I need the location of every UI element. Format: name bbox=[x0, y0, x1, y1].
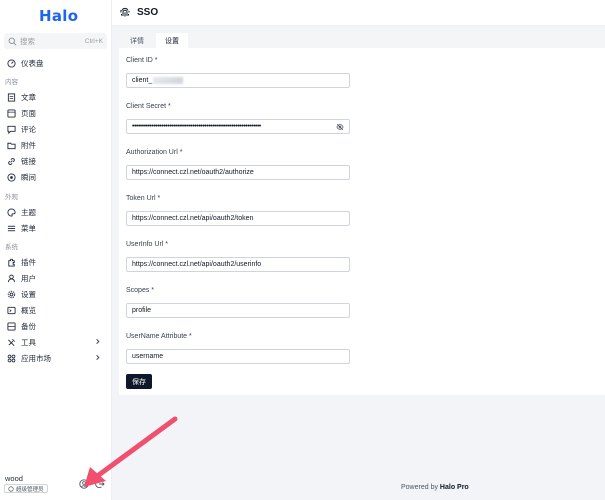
fingerprint-icon bbox=[120, 7, 130, 17]
scopes-value: profile bbox=[132, 307, 152, 314]
userinfo-url-label: UserInfo Url * bbox=[126, 241, 169, 248]
sidebar-item-label: 评论 bbox=[21, 124, 36, 134]
sidebar-item-backup[interactable]: 备份 bbox=[7, 319, 105, 333]
sidebar-item-label: 工具 bbox=[21, 337, 36, 347]
page-header: SSO bbox=[112, 0, 605, 26]
sidebar-item-label: 仪表盘 bbox=[21, 58, 44, 68]
sidebar-item-users[interactable]: 用户 bbox=[7, 271, 105, 285]
annotation-arrow bbox=[84, 416, 178, 487]
search-placeholder: 搜索 bbox=[20, 36, 35, 46]
chevron-right-icon bbox=[96, 339, 100, 344]
client-secret-value: ••••••••••••••••••••••••••••••••••••••••… bbox=[132, 123, 261, 130]
token-url-label: Token Url * bbox=[126, 195, 161, 202]
sidebar-item-label: 文章 bbox=[21, 92, 36, 102]
tab-bar bbox=[119, 33, 605, 48]
sidebar-item-label: 设置 bbox=[21, 289, 36, 299]
username-attr-label: UserName Attribute * bbox=[126, 333, 192, 340]
sidebar-item-menus[interactable]: 菜单 bbox=[7, 221, 105, 235]
plugin-icon bbox=[8, 258, 15, 267]
sidebar-item-tools[interactable]: 工具 bbox=[7, 335, 105, 349]
chevron-right-icon bbox=[96, 355, 100, 360]
sidebar-item-label: 概览 bbox=[21, 305, 36, 315]
sidebar-item-label: 链接 bbox=[21, 156, 36, 166]
shield-icon bbox=[8, 485, 14, 492]
palette-icon bbox=[7, 207, 16, 217]
terminal-icon bbox=[7, 306, 16, 314]
sidebar-item-label: 页面 bbox=[21, 108, 36, 118]
sidebar-item-label: 瞬间 bbox=[21, 172, 36, 182]
search-shortcut: Ctrl+K bbox=[84, 37, 103, 45]
client-id-value: client_ bbox=[132, 77, 153, 84]
user-name: wood bbox=[5, 474, 23, 483]
sidebar-item-label: 用户 bbox=[21, 273, 36, 283]
sidebar-item-moments[interactable]: 瞬间 bbox=[7, 170, 105, 184]
userinfo-url-value: https://connect.czl.net/api/oauth2/useri… bbox=[132, 261, 262, 268]
page-title: SSO bbox=[137, 7, 159, 18]
search-icon bbox=[8, 37, 17, 45]
sidebar-item-label: 插件 bbox=[21, 257, 36, 267]
client-secret-label: Client Secret * bbox=[126, 103, 171, 110]
moments-icon bbox=[7, 172, 16, 182]
auth-url-input[interactable]: https://connect.czl.net/oauth2/authorize bbox=[126, 165, 350, 180]
sidebar-item-settings[interactable]: 设置 bbox=[7, 287, 105, 301]
footer-brand: Halo Pro bbox=[439, 484, 469, 491]
sidebar-item-posts[interactable]: 文章 bbox=[7, 90, 105, 104]
userinfo-url-input[interactable]: https://connect.czl.net/api/oauth2/useri… bbox=[126, 257, 350, 272]
sidebar-item-app-market[interactable]: 应用市场 bbox=[7, 351, 105, 365]
sidebar-item-label: 主题 bbox=[21, 207, 36, 217]
client-secret-input[interactable]: ••••••••••••••••••••••••••••••••••••••••… bbox=[126, 119, 350, 134]
username-attr-input[interactable]: username bbox=[126, 349, 350, 364]
dashboard-icon bbox=[7, 58, 16, 68]
document-icon bbox=[7, 92, 16, 102]
sidebar-item-label: 备份 bbox=[21, 321, 36, 331]
apps-grid-icon bbox=[7, 354, 16, 362]
auth-url-value: https://connect.czl.net/oauth2/authorize bbox=[132, 169, 254, 176]
scopes-label: Scopes * bbox=[126, 287, 155, 294]
backup-icon bbox=[7, 321, 16, 331]
client-id-input[interactable]: client_ bbox=[126, 73, 350, 88]
footer-powered-by: Powered by Halo Pro bbox=[401, 484, 469, 491]
footer-prefix: Powered by bbox=[401, 484, 438, 491]
eye-off-icon[interactable] bbox=[336, 123, 344, 131]
token-url-value: https://connect.czl.net/api/oauth2/token bbox=[132, 215, 254, 222]
folder-icon bbox=[7, 142, 16, 149]
comment-icon bbox=[7, 125, 16, 134]
client-id-label: Client ID * bbox=[126, 57, 158, 64]
sidebar-item-themes[interactable]: 主题 bbox=[7, 205, 105, 219]
sidebar-item-comments[interactable]: 评论 bbox=[7, 122, 105, 136]
tools-icon bbox=[8, 338, 15, 346]
tab-details[interactable]: 详情 bbox=[124, 33, 150, 48]
username-attr-value: username bbox=[132, 353, 164, 360]
sidebar-item-label: 应用市场 bbox=[21, 353, 51, 363]
sidebar-item-plugins[interactable]: 插件 bbox=[7, 255, 105, 269]
sidebar-item-label: 菜单 bbox=[21, 223, 36, 233]
role-badge: 超级管理员 bbox=[4, 484, 48, 493]
sidebar-item-pages[interactable]: 页面 bbox=[7, 106, 105, 120]
sidebar-item-overview[interactable]: 概览 bbox=[7, 303, 105, 317]
role-label: 超级管理员 bbox=[16, 486, 44, 493]
scopes-input[interactable]: profile bbox=[126, 303, 350, 318]
token-url-input[interactable]: https://connect.czl.net/api/oauth2/token bbox=[126, 211, 350, 226]
sidebar-item-label: 附件 bbox=[21, 140, 36, 150]
sidebar-item-dashboard[interactable]: 仪表盘 bbox=[7, 56, 105, 70]
nav-group-system: 系统 bbox=[5, 244, 18, 251]
nav-group-content: 内容 bbox=[5, 79, 18, 86]
link-icon bbox=[8, 157, 15, 165]
tab-settings[interactable]: 设置 bbox=[156, 33, 188, 48]
user-icon bbox=[7, 274, 16, 282]
save-button[interactable]: 保存 bbox=[126, 374, 152, 389]
auth-url-label: Authorization Url * bbox=[126, 149, 183, 156]
halo-logo[interactable]: Halo bbox=[39, 7, 78, 25]
nav-group-appearance: 外观 bbox=[5, 194, 18, 201]
menu-list-icon bbox=[7, 225, 16, 231]
page-icon bbox=[7, 108, 16, 118]
redacted-area bbox=[153, 77, 184, 84]
search-box[interactable]: 搜索 Ctrl+K bbox=[4, 33, 107, 49]
gear-icon bbox=[7, 290, 16, 298]
sidebar-item-attachments[interactable]: 附件 bbox=[7, 138, 105, 152]
sidebar-item-links[interactable]: 链接 bbox=[7, 154, 105, 168]
